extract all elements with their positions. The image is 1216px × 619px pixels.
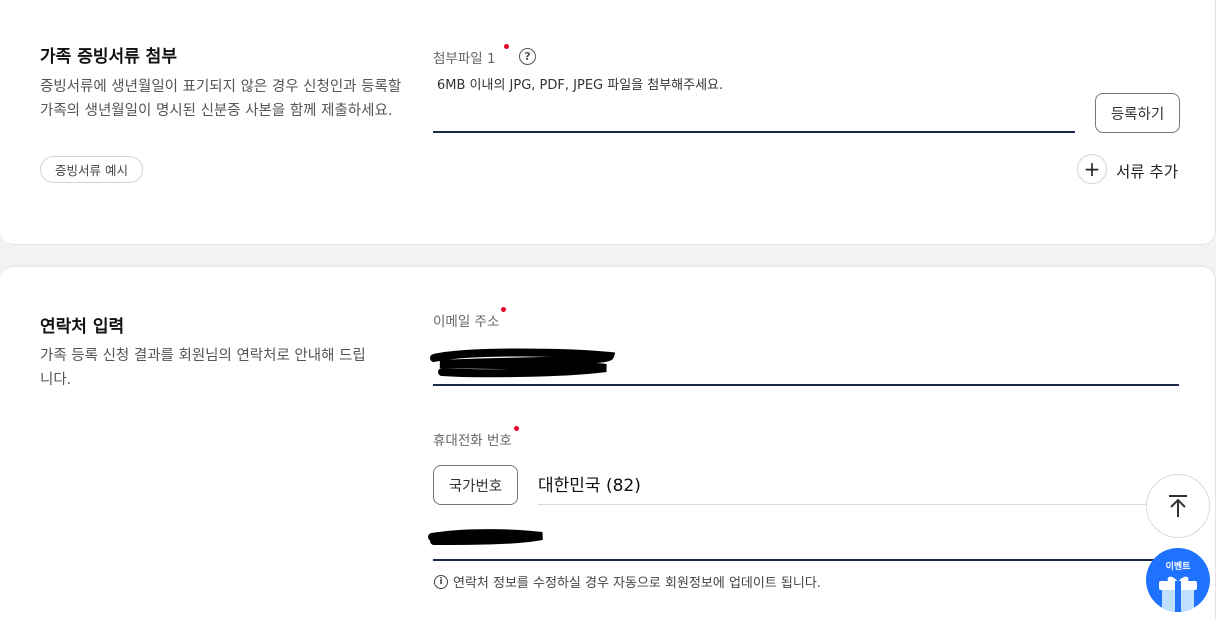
info-text: 연락처 정보를 수정하실 경우 자동으로 회원정보에 업데이트 됩니다.: [453, 576, 821, 591]
document-example-button[interactable]: 증빙서류 예시: [40, 156, 143, 183]
contact-title: 연락처 입력: [40, 317, 125, 337]
contact-description: 가족 등록 신청 결과를 회원님의 연락처로 안내해 드립니다.: [40, 348, 366, 388]
attachments-description: 증빙서류에 생년월일이 표기되지 않은 경우 신청인과 등록할 가족의 생년월일…: [40, 79, 402, 119]
email-redaction-mark: [430, 348, 615, 378]
arrow-up-icon: [1169, 495, 1187, 517]
email-label: 이메일 주소: [433, 314, 500, 330]
add-document-plus-icon[interactable]: +: [1077, 154, 1107, 184]
phone-redaction-mark: [428, 529, 543, 545]
email-field[interactable]: [433, 384, 1179, 386]
contact-card: [0, 266, 1216, 619]
add-document-button[interactable]: 서류 추가: [1116, 160, 1178, 182]
required-indicator: [501, 307, 506, 312]
event-button[interactable]: 이벤트: [1146, 548, 1210, 612]
info-icon: i: [434, 575, 448, 589]
required-indicator: [504, 44, 509, 49]
phone-label: 휴대전화 번호: [433, 433, 512, 449]
country-code-value[interactable]: 대한민국 (82): [538, 471, 641, 496]
help-icon[interactable]: ?: [519, 48, 536, 65]
phone-number-field[interactable]: [433, 559, 1179, 561]
file-hint: 6MB 이내의 JPG, PDF, JPEG 파일을 첨부해주세요.: [437, 78, 724, 93]
file-label: 첨부파일 1: [433, 51, 496, 67]
attachments-title: 가족 증빙서류 첨부: [40, 47, 177, 67]
gift-icon: [1159, 576, 1197, 612]
country-divider: [538, 504, 1179, 505]
file-input-underline[interactable]: [433, 131, 1075, 133]
required-indicator: [514, 426, 519, 431]
country-code-button[interactable]: 국가번호: [433, 465, 518, 505]
scroll-to-top-button[interactable]: [1146, 474, 1210, 538]
register-file-button[interactable]: 등록하기: [1095, 93, 1180, 133]
